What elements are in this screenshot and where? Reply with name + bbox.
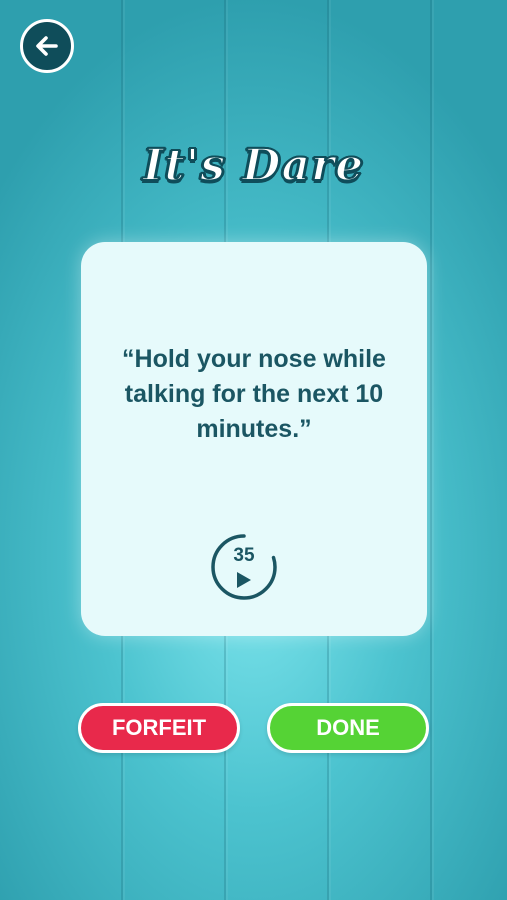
timer-value: 35: [233, 545, 255, 566]
done-button[interactable]: DONE: [267, 703, 429, 753]
timer-play-button[interactable]: 35: [209, 532, 279, 602]
back-button[interactable]: [20, 19, 74, 73]
arrow-left-icon: [33, 32, 61, 60]
play-icon: [237, 572, 251, 588]
dare-text: “Hold your nose while talking for the ne…: [122, 345, 386, 443]
dare-card: “Hold your nose while talking for the ne…: [81, 242, 427, 636]
timer-ring: [211, 534, 277, 600]
screen-title: It's Dare: [142, 139, 365, 192]
forfeit-button[interactable]: FORFEIT: [78, 703, 240, 753]
